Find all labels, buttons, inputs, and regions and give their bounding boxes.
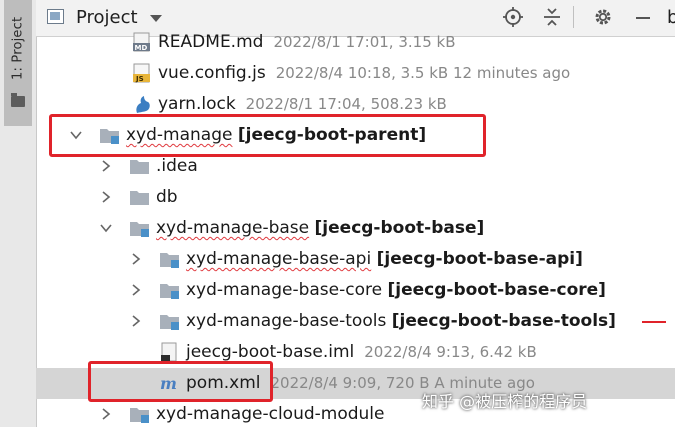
chevron-right-icon[interactable]: [129, 252, 143, 266]
collapse-all-icon[interactable]: [541, 6, 563, 28]
file-meta: 2022/8/4 10:18, 3.5 kB 12 minutes ago: [275, 64, 571, 82]
file-name: jeecg-boot-base.iml: [186, 342, 355, 362]
file-name: vue.config.js: [158, 63, 266, 83]
tree-row[interactable]: JS vue.config.js 2022/8/4 10:18, 3.5 kB 1…: [36, 58, 675, 89]
module-artifact-id: [jeecg-boot-base]: [314, 218, 485, 238]
toolbar-overflow-text: b: [667, 7, 675, 28]
module-artifact-id: [jeecg-boot-base-api]: [376, 249, 583, 269]
folder-icon: [130, 160, 149, 174]
svg-text:JS: JS: [135, 75, 144, 83]
svg-text:MD: MD: [135, 44, 148, 52]
module-folder-icon: [130, 222, 149, 237]
tree-row[interactable]: db: [36, 182, 675, 213]
tree-row[interactable]: xyd-manage-base [jeecg-boot-base]: [36, 213, 675, 244]
file-meta: 2022/8/1 17:01, 3.15 kB: [273, 33, 456, 51]
file-name: yarn.lock: [158, 94, 236, 114]
annotation-line: [642, 321, 666, 323]
file-meta: 2022/8/1 17:04, 508.23 kB: [245, 95, 447, 113]
file-name: README.md: [158, 32, 264, 52]
highlight-box-pom: [88, 361, 273, 402]
tree-row[interactable]: xyd-manage-base-tools [jeecg-boot-base-t…: [36, 306, 675, 337]
module-name: xyd-manage-base-tools: [186, 311, 387, 331]
locate-icon[interactable]: [502, 6, 524, 28]
module-name: xyd-manage-base: [156, 218, 310, 238]
watermark-text: 知乎 @被压榨的程序员: [422, 392, 588, 411]
module-name: xyd-manage-base-core: [186, 280, 383, 300]
project-view-icon: [47, 9, 64, 24]
highlight-box-parent-module: [49, 114, 486, 157]
folder-icon: [11, 93, 25, 107]
toolbar-separator: [573, 6, 574, 28]
folder-name: .idea: [156, 156, 198, 176]
iml-file-icon: [161, 342, 177, 362]
chevron-right-icon[interactable]: [99, 407, 113, 421]
gear-icon[interactable]: [592, 6, 614, 28]
module-artifact-id: [jeecg-boot-base-core]: [387, 280, 606, 300]
chevron-down-icon[interactable]: [150, 15, 162, 22]
module-folder-icon: [160, 253, 179, 268]
javascript-file-icon: JS: [133, 63, 150, 83]
tree-row[interactable]: MD README.md 2022/8/1 17:01, 3.15 kB: [36, 27, 675, 58]
folder-icon: [130, 191, 149, 205]
chevron-right-icon[interactable]: [129, 283, 143, 297]
module-folder-icon: [160, 315, 179, 330]
markdown-file-icon: MD: [133, 32, 150, 52]
chevron-down-icon[interactable]: [99, 221, 113, 235]
file-meta: 2022/8/4 9:13, 6.42 kB: [364, 343, 537, 361]
folder-name: db: [156, 187, 178, 207]
tree-row[interactable]: xyd-manage-base-api [jeecg-boot-base-api…: [36, 244, 675, 275]
module-name: xyd-manage-cloud-module: [156, 404, 385, 424]
minimize-icon[interactable]: [632, 6, 654, 28]
module-artifact-id: [jeecg-boot-base-tools]: [391, 311, 616, 331]
chevron-right-icon[interactable]: [99, 159, 113, 173]
module-name: xyd-manage-base-api: [186, 249, 372, 269]
module-folder-icon: [130, 408, 149, 423]
chevron-right-icon[interactable]: [99, 190, 113, 204]
project-view-title[interactable]: Project: [76, 7, 138, 28]
chevron-right-icon[interactable]: [129, 314, 143, 328]
project-tool-window-tab[interactable]: 1: Project: [4, 0, 32, 126]
yarn-icon: [136, 96, 150, 113]
module-folder-icon: [160, 284, 179, 299]
tool-window-strip: 1: Project: [0, 0, 37, 427]
tree-row[interactable]: xyd-manage-base-core [jeecg-boot-base-co…: [36, 275, 675, 306]
project-tab-label: 1: Project: [10, 16, 26, 80]
